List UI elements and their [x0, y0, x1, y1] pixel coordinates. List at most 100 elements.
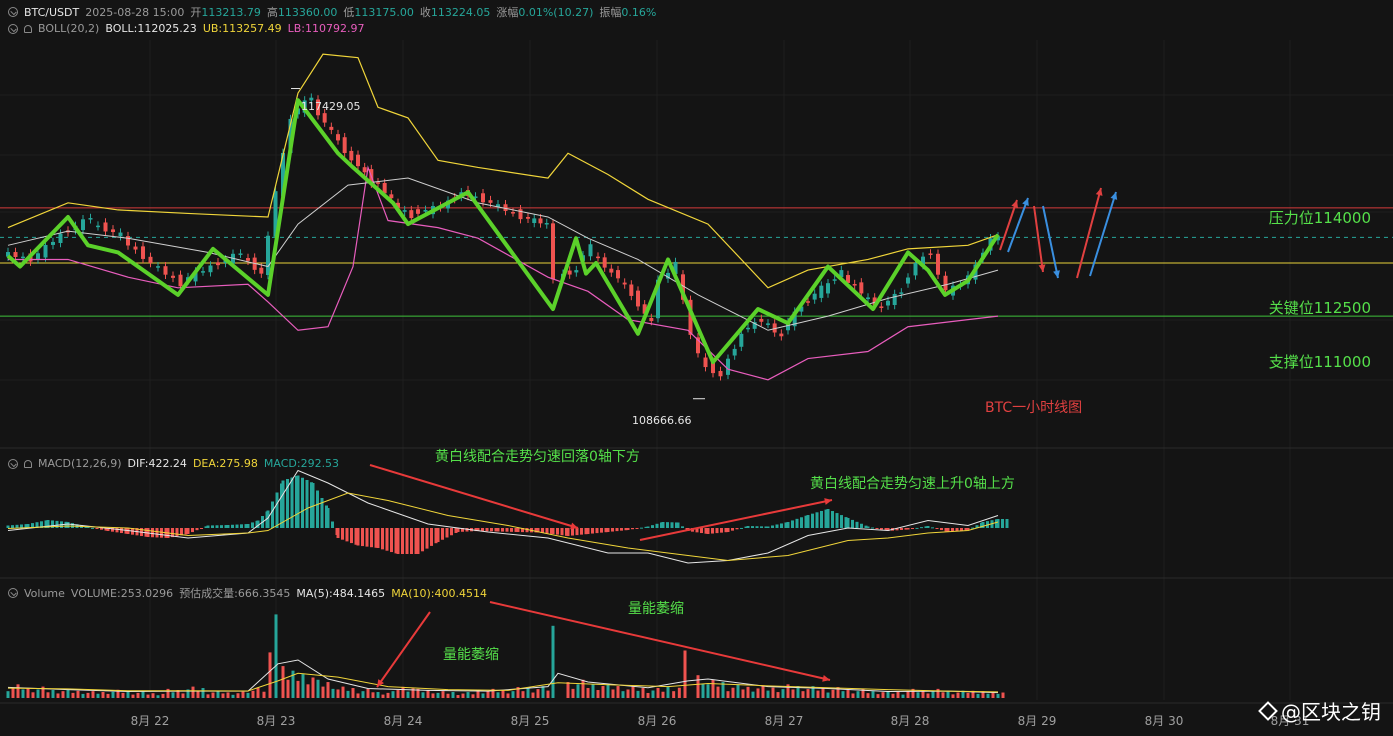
macd-histogram-bar [345, 528, 349, 542]
candle-body [58, 233, 63, 244]
x-tick-label: 8月 23 [256, 714, 296, 728]
volume-bar [436, 692, 440, 698]
macd-histogram-bar [835, 513, 839, 528]
candle-body [913, 263, 918, 276]
volume-bar [316, 679, 320, 698]
volume-bar [401, 686, 405, 698]
macd-dea: DEA:275.98 [192, 457, 258, 470]
candle-body [216, 262, 220, 266]
volume-bar [666, 686, 670, 698]
macd-histogram-bar [595, 528, 599, 534]
volume-bar [268, 652, 272, 698]
macd-annotation-arrow [639, 499, 833, 541]
candle-body [616, 270, 620, 279]
candle-body [746, 327, 750, 330]
bell-icon[interactable] [24, 459, 32, 468]
candle-body [567, 270, 572, 275]
volume-bar [336, 689, 340, 698]
macd-histogram-bar [560, 528, 564, 536]
volume-bar [96, 693, 100, 698]
settings-eye-icon[interactable] [8, 588, 18, 598]
macd-histogram-bar [100, 528, 103, 530]
macd-histogram-bar [780, 523, 783, 528]
candle-body [622, 282, 627, 285]
macd-histogram-bar [231, 524, 234, 528]
macd-annotation-arrow [369, 464, 579, 529]
macd-histogram-bar [290, 477, 294, 528]
volume-bar [206, 694, 210, 698]
boll-label: BOLL(20,2) [38, 22, 100, 35]
macd-histogram-bar [396, 528, 400, 554]
volume-bar [651, 690, 655, 698]
volume-bar [421, 692, 425, 698]
volume-bar [146, 694, 150, 698]
candle-body [649, 317, 654, 322]
volume-bar [191, 686, 195, 698]
open-value: 113213.79 [201, 6, 261, 19]
macd-histogram-bar [195, 528, 199, 531]
macd-histogram-bar [960, 528, 963, 531]
macd-histogram-bar [820, 510, 823, 528]
macd-histogram-bar [631, 528, 634, 530]
settings-eye-icon[interactable] [8, 23, 18, 34]
x-tick-label: 8月 22 [130, 714, 170, 728]
candle-body [103, 222, 108, 232]
candle-body [259, 267, 264, 274]
volume-bar [451, 692, 455, 698]
macd-histogram-bar [91, 527, 94, 529]
header-row-boll: BOLL(20,2) BOLL:112025.23 UB:113257.49 L… [8, 22, 364, 35]
settings-eye-icon[interactable] [8, 7, 18, 17]
low-price-label: 108666.66 [632, 414, 692, 427]
volume-bar [486, 691, 490, 698]
close-label: 收 [419, 6, 431, 19]
volume-bar [976, 693, 980, 698]
macd-histogram-bar [381, 528, 384, 550]
volume-bar [881, 692, 885, 698]
macd-histogram-bar [405, 528, 409, 554]
macd-histogram-bar [731, 528, 734, 531]
candle-body [329, 126, 334, 130]
candle-body [866, 297, 870, 300]
macd-histogram-bar [666, 522, 669, 528]
candle-body [739, 333, 744, 347]
settings-eye-icon[interactable] [8, 458, 18, 469]
volume-bar [406, 691, 410, 698]
volume-bar [526, 688, 530, 698]
macd-macd: MACD:292.53 [263, 457, 340, 470]
volume-bar [181, 693, 185, 698]
volume-bar [956, 692, 960, 698]
volume-bar [586, 688, 590, 698]
macd-histogram-bar [611, 528, 614, 532]
macd-histogram-bar [421, 528, 424, 552]
volume-bar [371, 692, 375, 698]
candle-body [178, 274, 183, 287]
macd-histogram-bar [911, 528, 914, 529]
macd-histogram-bar [855, 521, 859, 528]
candle-body [574, 270, 579, 273]
macd-histogram-bar [646, 526, 650, 528]
macd-histogram-bar [580, 528, 583, 535]
volume-bar [106, 693, 110, 698]
price-chart[interactable] [0, 0, 1393, 736]
volume-bar [286, 679, 290, 698]
volume-bar [616, 686, 620, 698]
candle-body [36, 253, 40, 260]
macd-histogram-bar [811, 513, 814, 528]
volume-bar [901, 694, 905, 698]
macd-histogram-bar [726, 528, 730, 532]
volume-bar [381, 694, 385, 698]
resistance-label: 压力位114000 [1268, 209, 1371, 227]
candle-body [208, 265, 213, 273]
volume-bar [61, 691, 65, 698]
macd-histogram-bar [740, 527, 743, 529]
macd-histogram-bar [430, 528, 433, 546]
volume-bar [926, 693, 930, 698]
volume-bar [66, 689, 70, 698]
bell-icon[interactable] [24, 24, 32, 33]
volume-label: Volume [24, 586, 65, 600]
candle-body [402, 210, 407, 212]
volume-bar [761, 685, 765, 698]
macd-histogram-bar [851, 519, 854, 528]
volume-bar [916, 692, 920, 698]
macd-histogram-bar [191, 528, 194, 533]
